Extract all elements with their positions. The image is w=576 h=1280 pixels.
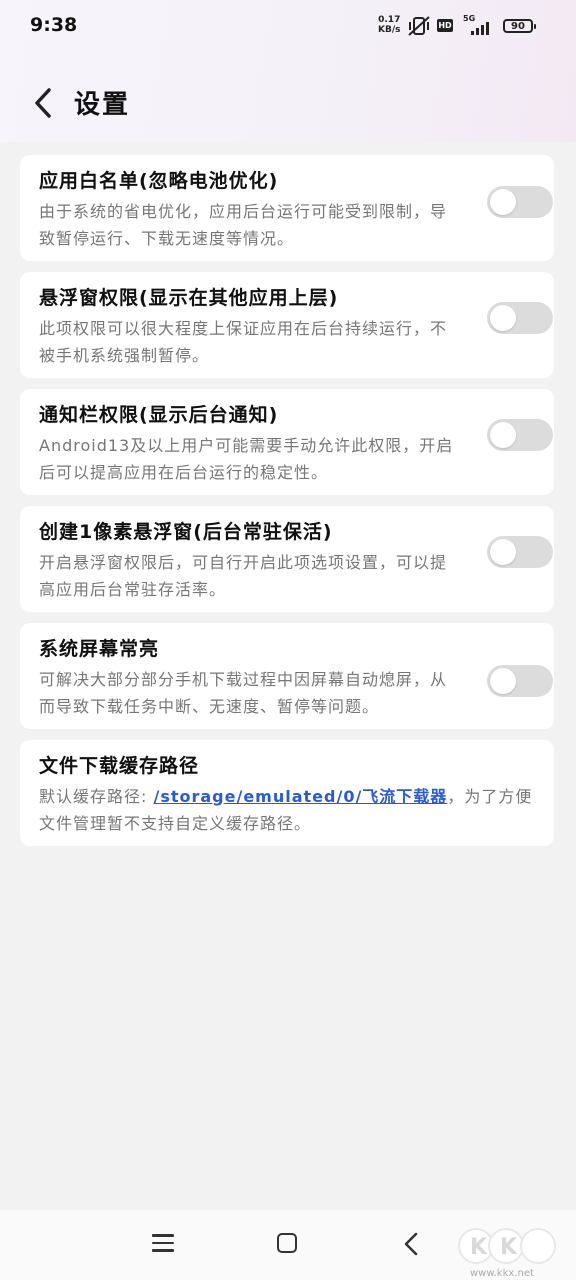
signal-icon: 5G: [462, 14, 496, 36]
status-time: 9:38: [30, 14, 78, 36]
setting-description: 由于系统的省电优化，应用后台运行可能受到限制，导致暂停运行、下载无速度等情况。: [39, 202, 448, 248]
watermark-url: www.kkx.net: [470, 1268, 534, 1279]
setting-pixel-overlay[interactable]: 创建1像素悬浮窗(后台常驻保活) 开启悬浮窗权限后，可自行开启此项选项设置，可以…: [20, 506, 554, 612]
setting-description: 此项权限可以很大程度上保证应用在后台持续运行，不被手机系统强制暂停。: [39, 319, 448, 365]
setting-title: 悬浮窗权限(显示在其他应用上层): [39, 287, 339, 309]
pixel-overlay-toggle[interactable]: [487, 536, 553, 568]
setting-battery-whitelist[interactable]: 应用白名单(忽略电池优化) 由于系统的省电优化，应用后台运行可能受到限制，导致暂…: [20, 155, 554, 261]
network-speed: 0.17 KB/s: [378, 15, 400, 35]
setting-title: 系统屏幕常亮: [39, 638, 160, 660]
cache-path-description: 默认缓存路径: /storage/emulated/0/飞流下载器，为了方便文件…: [39, 783, 534, 837]
battery-level: 90: [511, 21, 525, 32]
setting-title: 通知栏权限(显示后台通知): [39, 404, 279, 426]
cache-path-prefix: 默认缓存路径:: [39, 787, 154, 806]
setting-overlay-permission[interactable]: 悬浮窗权限(显示在其他应用上层) 此项权限可以很大程度上保证应用在后台持续运行，…: [20, 272, 554, 378]
setting-title: 创建1像素悬浮窗(后台常驻保活): [39, 521, 333, 543]
setting-keep-screen-on[interactable]: 系统屏幕常亮 可解决大部分部分手机下载过程中因屏幕自动熄屏，从而导致下载任务中断…: [20, 623, 554, 729]
back-arrow-icon[interactable]: [30, 86, 60, 120]
settings-list: 应用白名单(忽略电池优化) 由于系统的省电优化，应用后台运行可能受到限制，导致暂…: [20, 155, 554, 857]
network-speed-unit: KB/s: [378, 25, 401, 35]
svg-text:K: K: [500, 1235, 518, 1260]
svg-text:K: K: [470, 1235, 488, 1260]
overlay-permission-toggle[interactable]: [487, 302, 553, 334]
setting-description: 可解决大部分部分手机下载过程中因屏幕自动熄屏，从而导致下载任务中断、无速度、暂停…: [39, 670, 448, 716]
cache-path-link[interactable]: /storage/emulated/0/飞流下载器: [153, 787, 447, 806]
setting-description: Android13及以上用户可能需要手动允许此权限，开启后可以提高应用在后台运行…: [39, 436, 454, 482]
network-speed-value: 0.17: [378, 15, 401, 25]
status-bar: 9:38 0.17 KB/s HD 5G 90: [0, 0, 576, 52]
setting-title: 应用白名单(忽略电池优化): [39, 170, 279, 192]
vibrate-mute-icon: [408, 16, 430, 36]
setting-cache-path: 文件下载缓存路径 默认缓存路径: /storage/emulated/0/飞流下…: [20, 740, 554, 846]
nav-back-button[interactable]: [401, 1230, 421, 1258]
page-title: 设置: [74, 90, 131, 120]
setting-title: 文件下载缓存路径: [39, 755, 200, 777]
hd-badge: HD: [437, 19, 453, 32]
recent-apps-button[interactable]: [152, 1234, 174, 1254]
notification-permission-toggle[interactable]: [487, 419, 553, 451]
battery-icon: 90: [503, 19, 536, 33]
keep-screen-on-toggle[interactable]: [487, 665, 553, 697]
setting-description: 开启悬浮窗权限后，可自行开启此项选项设置，可以提高应用后台常驻存活率。: [39, 553, 448, 599]
home-button[interactable]: [277, 1233, 297, 1253]
battery-whitelist-toggle[interactable]: [487, 186, 553, 218]
setting-notification-permission[interactable]: 通知栏权限(显示后台通知) Android13及以上用户可能需要手动允许此权限，…: [20, 389, 554, 495]
